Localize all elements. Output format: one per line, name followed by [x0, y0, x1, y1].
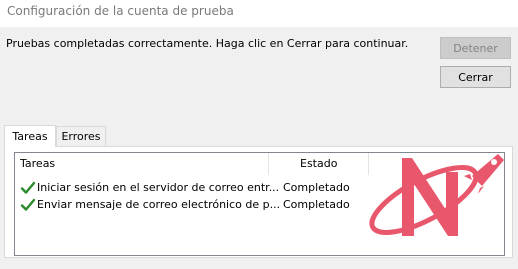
stop-button[interactable]: Detener — [440, 37, 511, 59]
checkmark-icon — [20, 181, 36, 194]
column-divider[interactable] — [268, 153, 269, 175]
task-name: Iniciar sesión en el servidor de correo … — [37, 181, 280, 194]
close-button[interactable]: Cerrar — [440, 66, 511, 88]
title-bar: Configuración de la cuenta de prueba — [0, 0, 518, 27]
window-title: Configuración de la cuenta de prueba — [7, 4, 234, 18]
task-status: Completado — [283, 198, 350, 211]
column-header-estado[interactable]: Estado — [300, 157, 337, 170]
tab-errores[interactable]: Errores — [56, 126, 106, 146]
column-header-tareas[interactable]: Tareas — [20, 157, 55, 170]
task-name: Enviar mensaje de correo electrónico de … — [37, 198, 281, 211]
watermark-logo-icon — [369, 154, 504, 236]
status-message: Pruebas completadas correctamente. Haga … — [6, 37, 409, 50]
task-status: Completado — [283, 181, 350, 194]
tab-tareas[interactable]: Tareas — [4, 125, 56, 147]
checkmark-icon — [20, 198, 36, 211]
